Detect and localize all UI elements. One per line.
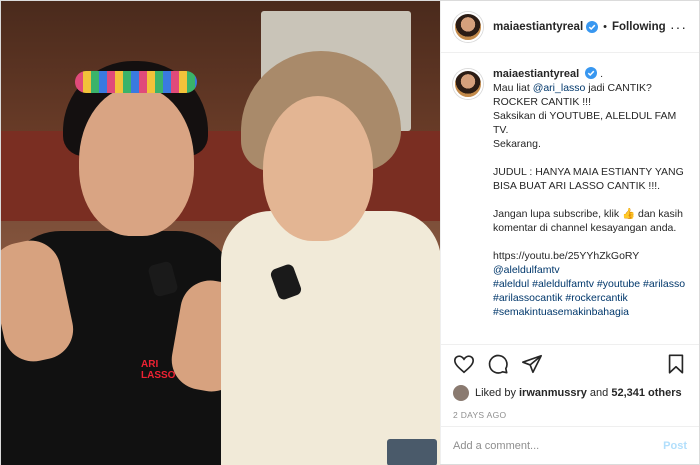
post-photo[interactable]: ARI LASSO <box>1 1 440 465</box>
photo-person-left: ARI LASSO <box>1 41 256 465</box>
photo-person-right <box>221 41 440 465</box>
post-header: maiaestiantyreal • Following ··· <box>441 1 699 53</box>
caption: maiaestiantyreal . Mau liat @ari_lasso j… <box>441 53 699 344</box>
separator-dot: • <box>603 20 607 33</box>
photo-phone <box>387 439 437 465</box>
caption-username[interactable]: maiaestiantyreal <box>493 68 579 80</box>
header-username[interactable]: maiaestiantyreal <box>493 21 583 33</box>
avatar[interactable] <box>453 69 483 99</box>
bookmark-icon[interactable] <box>665 353 687 375</box>
liker-username[interactable]: irwanmussry <box>519 387 587 399</box>
action-bar <box>441 344 699 382</box>
caption-text: Saksikan di YOUTUBE, ALELDUL FAM TV. <box>493 110 677 136</box>
caption-body: maiaestiantyreal . Mau liat @ari_lasso j… <box>493 67 687 344</box>
instagram-post: ARI LASSO maiaestiantyreal • Following ·… <box>0 0 700 465</box>
caption-text: JUDUL : HANYA MAIA ESTIANTY YANG BISA BU… <box>493 166 684 192</box>
avatar[interactable] <box>453 11 483 42</box>
hashtag-links[interactable]: #aleldul #aleldulfamtv #youtube #arilass… <box>493 277 687 319</box>
caption-text: Mau liat <box>493 82 533 94</box>
caption-text: jadi CANTIK? <box>585 82 652 94</box>
mention-link[interactable]: @ari_lasso <box>533 82 586 94</box>
shirt-logo: ARI LASSO <box>141 359 176 381</box>
liker-avatar[interactable] <box>453 385 469 401</box>
caption-text: Sekarang. <box>493 138 541 150</box>
share-icon[interactable] <box>521 353 543 375</box>
caption-trailing: . <box>600 68 603 80</box>
heart-icon[interactable] <box>453 353 475 375</box>
post-sidebar: maiaestiantyreal • Following ··· maiaest… <box>440 1 699 464</box>
more-options-icon[interactable]: ··· <box>670 19 687 35</box>
post-timestamp[interactable]: 2 DAYS AGO <box>441 404 699 426</box>
comment-input[interactable] <box>453 439 664 452</box>
likes-count[interactable]: 52,341 others <box>611 387 681 399</box>
post-comment-button[interactable]: Post <box>663 440 687 452</box>
likes-middle: and <box>586 387 612 399</box>
likes-row: Liked by irwanmussry and 52,341 others <box>441 382 699 404</box>
likes-prefix: Liked by <box>475 387 516 399</box>
following-button[interactable]: Following <box>612 21 666 33</box>
caption-text: ROCKER CANTIK !!! <box>493 96 592 108</box>
caption-text: Jangan lupa subscribe, klik 👍 dan kasih … <box>493 208 683 234</box>
comment-icon[interactable] <box>487 353 509 375</box>
comment-box: Post <box>441 426 699 464</box>
verified-badge-icon <box>586 20 599 33</box>
youtube-link-text: https://youtu.be/25YYhZkGoRY <box>493 250 640 262</box>
verified-badge-icon <box>585 67 598 79</box>
mention-link[interactable]: @aleldulfamtv <box>493 263 687 277</box>
